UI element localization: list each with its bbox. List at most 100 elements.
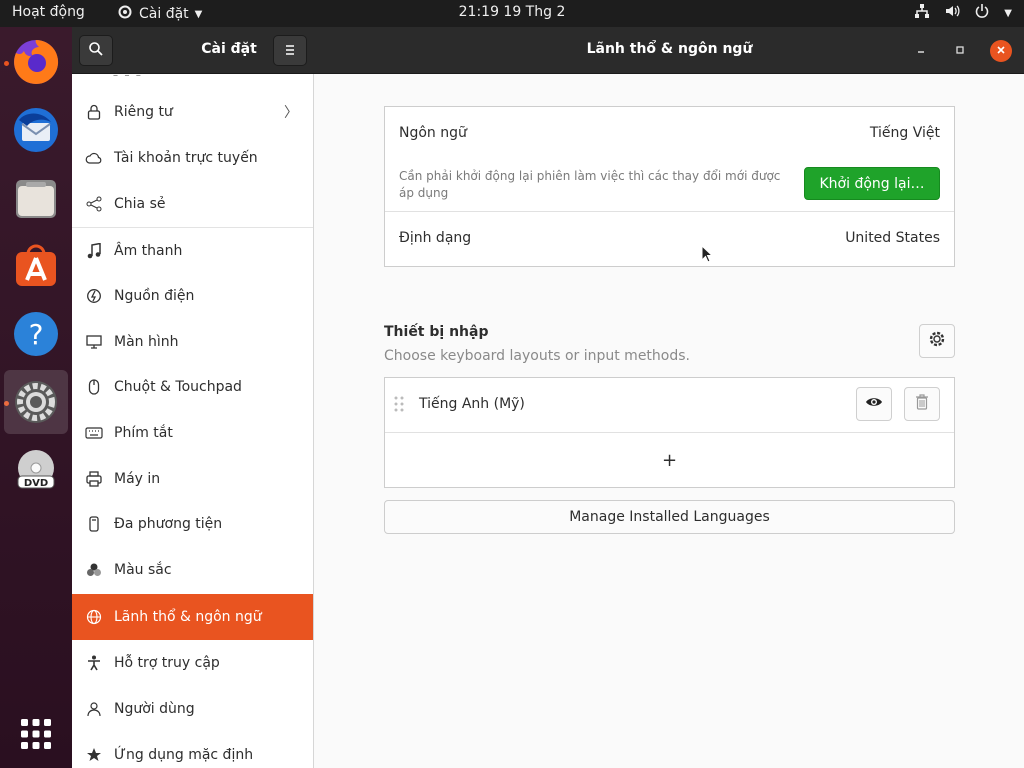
help-icon[interactable]: ? [4, 302, 68, 366]
sidebar-item-label: Phím tắt [114, 425, 173, 441]
sidebar-item-privacy[interactable]: Riêng tư 〉 [72, 89, 313, 135]
share-icon [72, 196, 114, 212]
close-icon [996, 44, 1006, 59]
star-icon [72, 747, 114, 763]
dvd-icon[interactable]: DVD [4, 438, 68, 502]
sidebar-item-label: Chia sẻ [114, 196, 166, 212]
sidebar-item-accessibility[interactable]: Hỗ trợ truy cập [72, 640, 313, 686]
color-icon [72, 562, 114, 578]
sidebar-item-keyboard[interactable]: Phím tắt [72, 410, 313, 456]
sidebar-item-label: Âm thanh [114, 243, 183, 259]
mouse-icon [72, 379, 114, 395]
language-label: Ngôn ngữ [399, 125, 467, 141]
input-source-label: Tiếng Anh (Mỹ) [419, 396, 525, 412]
sidebar-item-users[interactable]: Người dùng [72, 686, 313, 732]
hamburger-icon [283, 41, 297, 60]
globe-icon [72, 609, 114, 625]
sidebar-item-color[interactable]: Màu sắc [72, 547, 313, 593]
close-button[interactable] [990, 40, 1012, 62]
maximize-icon [955, 44, 965, 59]
firefox-icon[interactable] [4, 30, 68, 94]
restart-button[interactable]: Khởi động lại… [804, 167, 940, 200]
sidebar-item-sharing[interactable]: Chia sẻ [72, 181, 313, 227]
sidebar-item-region-language[interactable]: Lãnh thổ & ngôn ngữ [72, 594, 313, 640]
music-icon [72, 243, 114, 259]
sidebar-item-label: Đa phương tiện [114, 516, 223, 532]
format-label: Định dạng [399, 230, 472, 246]
format-row[interactable]: Định dạng United States [385, 212, 954, 266]
maximize-button[interactable] [949, 40, 971, 62]
system-tray[interactable]: ▼ [914, 3, 1012, 23]
mouse-pointer-icon [701, 244, 714, 267]
remove-input-button[interactable] [904, 387, 940, 421]
trash-icon [915, 394, 929, 414]
restart-note: Cần phải khởi động lại phiên làm việc th… [399, 169, 781, 200]
input-options-button[interactable] [919, 324, 955, 358]
chevron-down-icon: ▼ [1004, 7, 1012, 19]
sidebar-item-label: Riêng tư [114, 104, 173, 120]
show-apps-icon[interactable] [4, 702, 68, 766]
sidebar-item-label: Người dùng [114, 701, 195, 717]
power-icon [974, 3, 990, 23]
cloud-icon [72, 152, 114, 164]
svg-text:DVD: DVD [24, 478, 48, 489]
power-icon [72, 288, 114, 304]
minimize-icon [916, 44, 926, 59]
input-sources-title: Thiết bị nhập [384, 324, 489, 340]
minimize-button[interactable] [910, 40, 932, 62]
sidebar-item-displays[interactable]: Màn hình [72, 319, 313, 365]
main-content: Ngôn ngữ Tiếng Việt Cần phải khởi động l… [314, 74, 1024, 768]
chevron-right-icon: 〉 [284, 105, 298, 121]
lock-icon [72, 104, 114, 120]
top-bar: Hoạt động Cài đặt ▼ 21:19 19 Thg 2 ▼ [0, 0, 1024, 27]
manage-languages-button[interactable]: Manage Installed Languages [384, 500, 955, 534]
sidebar-item-online-accounts[interactable]: Tài khoản trực tuyến [72, 135, 313, 181]
media-icon [72, 516, 114, 532]
eye-icon [865, 396, 883, 412]
volume-icon [944, 3, 960, 23]
sidebar: ˍ ˍ ˍ Riêng tư 〉 Tài khoản trực tuyến Ch… [72, 74, 314, 768]
language-row[interactable]: Ngôn ngữ Tiếng Việt Cần phải khởi động l… [385, 107, 954, 211]
primary-menu-button[interactable] [273, 35, 307, 66]
sidebar-item-label: Màn hình [114, 334, 179, 350]
format-value: United States [845, 230, 940, 246]
input-sources-subtitle: Choose keyboard layouts or input methods… [384, 348, 690, 364]
language-frame: Ngôn ngữ Tiếng Việt Cần phải khởi động l… [384, 106, 955, 267]
language-value: Tiếng Việt [869, 125, 940, 141]
search-button[interactable] [79, 35, 113, 66]
gear-icon [928, 330, 946, 352]
sidebar-item-mouse[interactable]: Chuột & Touchpad [72, 364, 313, 410]
sidebar-item-label: Lãnh thổ & ngôn ngữ [114, 609, 262, 625]
sidebar-scroll-remnant: ˍ ˍ ˍ [112, 74, 142, 78]
keyboard-icon [72, 427, 114, 439]
dock: ? DVD [0, 27, 72, 768]
users-icon [72, 701, 114, 717]
header-bar: Cài đặt Lãnh thổ & ngôn ngữ [72, 27, 1024, 74]
input-sources-frame: Tiếng Anh (Mỹ) + [384, 377, 955, 488]
svg-text:?: ? [29, 318, 44, 351]
accessibility-icon [72, 655, 114, 671]
search-icon [88, 41, 104, 61]
input-source-row[interactable]: Tiếng Anh (Mỹ) [385, 378, 954, 432]
files-icon[interactable] [4, 166, 68, 230]
drag-handle-icon[interactable] [393, 395, 405, 417]
settings-icon[interactable] [4, 370, 68, 434]
add-input-source-button[interactable]: + [385, 433, 954, 487]
sidebar-item-label: Nguồn điện [114, 288, 195, 304]
sidebar-item-label: Chuột & Touchpad [114, 379, 242, 395]
network-icon [914, 3, 930, 23]
display-icon [72, 335, 114, 349]
sidebar-item-removable-media[interactable]: Đa phương tiện [72, 501, 313, 547]
sidebar-item-sound[interactable]: Âm thanh [72, 228, 313, 274]
settings-window: Cài đặt Lãnh thổ & ngôn ngữ ˍ ˍ ˍ [72, 27, 1024, 768]
clock[interactable]: 21:19 19 Thg 2 [0, 4, 1024, 20]
sidebar-item-power[interactable]: Nguồn điện [72, 273, 313, 319]
software-icon[interactable] [4, 234, 68, 298]
printer-icon [72, 471, 114, 487]
sidebar-item-label: Màu sắc [114, 562, 172, 578]
add-icon: + [661, 449, 678, 471]
thunderbird-icon[interactable] [4, 98, 68, 162]
sidebar-item-default-apps[interactable]: Ứng dụng mặc định [72, 732, 313, 768]
preview-layout-button[interactable] [856, 387, 892, 421]
sidebar-item-printers[interactable]: Máy in [72, 456, 313, 502]
